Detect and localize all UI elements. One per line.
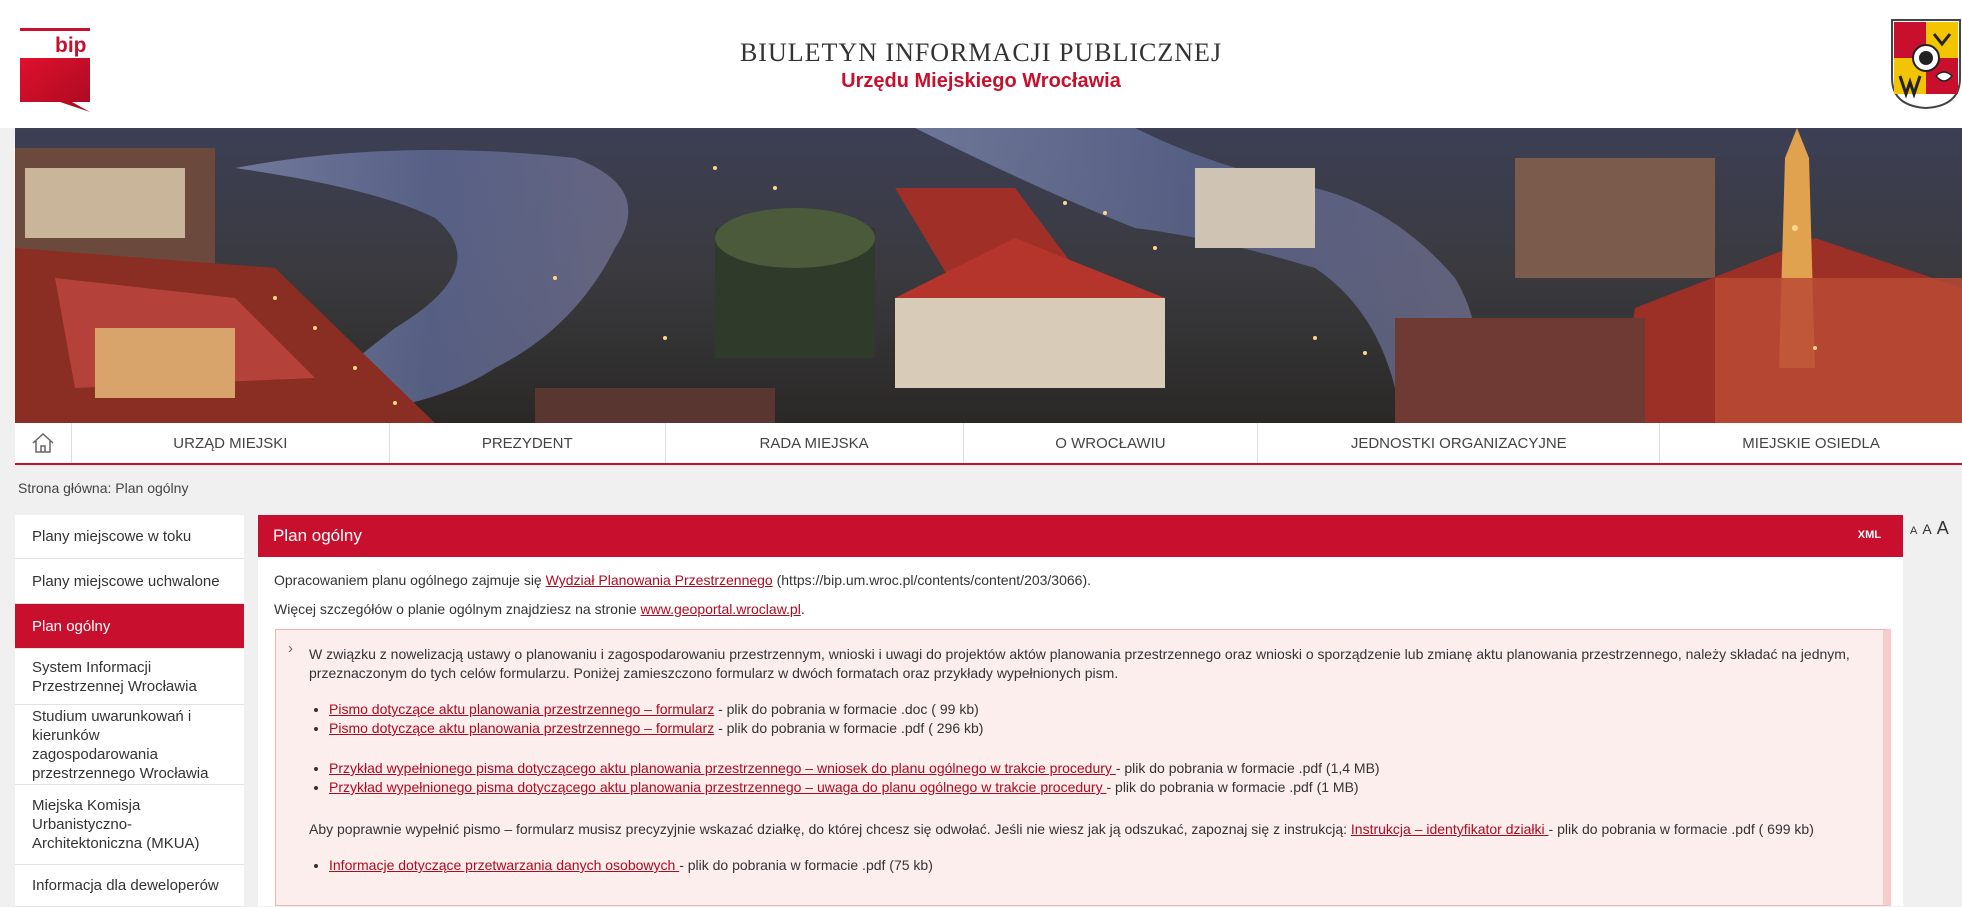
instruction-paragraph: Aby poprawnie wypełnić pismo – formularz…: [309, 821, 1814, 837]
city-banner-image: [15, 128, 1962, 423]
p2-text-after: .: [800, 601, 805, 617]
privacy-list: Informacje dotyczące przetwarzania danyc…: [309, 856, 933, 875]
notice-intro: W związku z nowelizacją ustawy o planowa…: [309, 646, 1850, 681]
page-title: Plan ogólny: [273, 526, 362, 545]
file-info: - plik do pobrania w formacie .pdf (1,4 …: [1115, 760, 1380, 776]
home-icon: [32, 432, 54, 453]
list-item: Pismo dotyczące aktu planowania przestrz…: [329, 719, 983, 738]
list-item: Informacje dotyczące przetwarzania danyc…: [329, 856, 933, 875]
instruction-text: Aby poprawnie wypełnić pismo – formularz…: [309, 821, 1351, 837]
privacy-info-link[interactable]: Informacje dotyczące przetwarzania danyc…: [329, 857, 679, 873]
form-list: Pismo dotyczące aktu planowania przestrz…: [309, 700, 983, 738]
home-button[interactable]: [15, 423, 72, 463]
example-uwaga-link[interactable]: Przykład wypełnionego pisma dotyczącego …: [329, 779, 1106, 795]
list-item: Przykład wypełnionego pisma dotyczącego …: [329, 759, 1380, 778]
p1-text-after: (https://bip.um.wroc.pl/contents/content…: [772, 572, 1092, 588]
file-info: - plik do pobrania w formacie .doc ( 99 …: [714, 701, 979, 717]
file-info: - plik do pobrania w formacie .pdf (75 k…: [679, 857, 933, 873]
example-wniosek-link[interactable]: Przykład wypełnionego pisma dotyczącego …: [329, 760, 1116, 776]
file-info: - plik do pobrania w formacie .pdf (1 MB…: [1106, 779, 1359, 795]
geoportal-link[interactable]: www.geoportal.wroclaw.pl: [641, 601, 801, 617]
form-doc-link[interactable]: Pismo dotyczące aktu planowania przestrz…: [329, 701, 714, 717]
xml-link[interactable]: XML: [1858, 529, 1881, 541]
site-title: BIULETYN INFORMACJI PUBLICZNEJ: [739, 38, 1223, 67]
nav-item-jednostki-organizacyjne[interactable]: JEDNOSTKI ORGANIZACYJNE: [1258, 423, 1661, 463]
sidebar-item-plany-w-toku[interactable]: Plany miejscowe w toku: [15, 515, 244, 559]
notice-box: › W związku z nowelizacją ustawy o plano…: [275, 629, 1891, 906]
city-crest-icon[interactable]: [1890, 18, 1962, 110]
sidebar-item-plany-uchwalone[interactable]: Plany miejscowe uchwalone: [15, 559, 244, 604]
p1-text: Opracowaniem planu ogólnego zajmuje się: [274, 572, 546, 588]
font-large-button[interactable]: A: [1937, 518, 1949, 538]
wydzial-link[interactable]: Wydział Planowania Przestrzennego: [546, 572, 773, 588]
main-nav: URZĄD MIEJSKI PREZYDENT RADA MIEJSKA O W…: [15, 423, 1962, 465]
sidebar-item-deweloperzy[interactable]: Informacja dla deweloperów: [15, 865, 244, 907]
breadcrumb: Strona główna: Plan ogólny: [18, 480, 189, 496]
font-small-button[interactable]: A: [1910, 525, 1917, 537]
p2-text: Więcej szczegółów o planie ogólnym znajd…: [274, 601, 641, 617]
font-size-controls: AAA: [1910, 518, 1954, 539]
content-header: Plan ogólny XML: [258, 515, 1903, 557]
example-list: Przykład wypełnionego pisma dotyczącego …: [309, 759, 1380, 797]
main-content: Plan ogólny XML Opracowaniem planu ogóln…: [258, 515, 1903, 906]
sidebar-item-studium[interactable]: Studium uwarunkowań i kierunków zagospod…: [15, 705, 244, 785]
site-subtitle: Urzędu Miejskiego Wrocławia: [841, 70, 1121, 92]
nav-item-prezydent[interactable]: PREZYDENT: [390, 423, 666, 463]
logo-line: [20, 28, 90, 31]
list-item: Przykład wypełnionego pisma dotyczącego …: [329, 778, 1380, 797]
page-header: bip BIULETYN INFORMACJI PUBLICZNEJ Urzęd…: [0, 0, 1962, 128]
nav-item-o-wroclawiu[interactable]: O WROCŁAWIU: [964, 423, 1259, 463]
paragraph-wydzial: Opracowaniem planu ogólnego zajmuje się …: [274, 572, 1091, 588]
file-info: - plik do pobrania w formacie .pdf ( 296…: [714, 720, 984, 736]
sidebar-item-sip[interactable]: System Informacji Przestrzennej Wrocławi…: [15, 649, 244, 705]
instruction-link[interactable]: Instrukcja – identyfikator działki: [1351, 821, 1549, 837]
nav-item-urzad-miejski[interactable]: URZĄD MIEJSKI: [72, 423, 390, 463]
font-medium-button[interactable]: A: [1922, 521, 1931, 537]
chevron-right-icon[interactable]: ›: [288, 640, 293, 657]
sidebar-item-plan-ogolny[interactable]: Plan ogólny: [15, 604, 244, 649]
list-item: Pismo dotyczące aktu planowania przestrz…: [329, 700, 983, 719]
form-pdf-link[interactable]: Pismo dotyczące aktu planowania przestrz…: [329, 720, 714, 736]
nav-item-miejskie-osiedla[interactable]: MIEJSKIE OSIEDLA: [1660, 423, 1962, 463]
sidebar: Plany miejscowe w toku Plany miejscowe u…: [15, 515, 244, 907]
paragraph-geoportal: Więcej szczegółów o planie ogólnym znajd…: [274, 601, 805, 617]
sidebar-item-mkua[interactable]: Miejska Komisja Urbanistyczno-Architekto…: [15, 785, 244, 865]
nav-item-rada-miejska[interactable]: RADA MIEJSKA: [666, 423, 964, 463]
file-info: - plik do pobrania w formacie .pdf ( 699…: [1548, 821, 1814, 837]
